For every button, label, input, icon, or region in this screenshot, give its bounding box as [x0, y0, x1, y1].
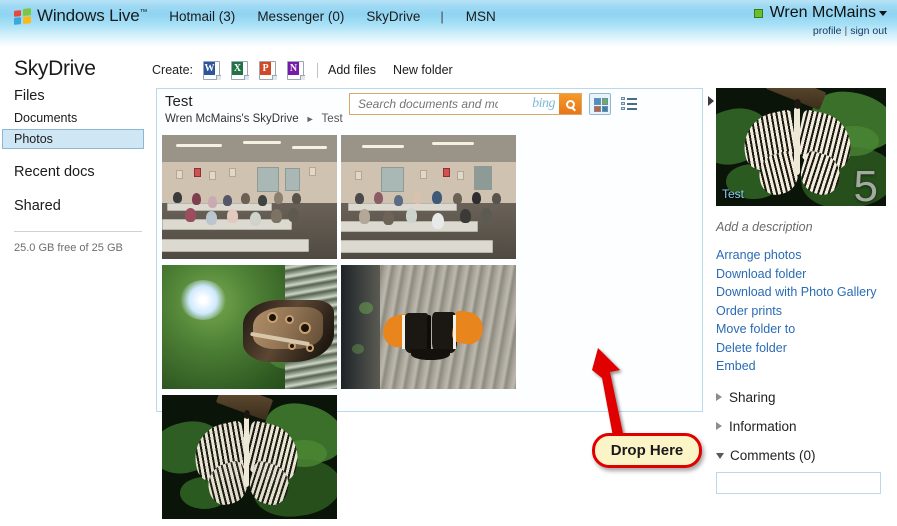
bing-logo-icon: bing — [532, 96, 555, 111]
add-files-link[interactable]: Add files — [328, 63, 376, 77]
section-information[interactable]: Information — [716, 419, 891, 434]
photo-thumbnail-butterfly-orange[interactable] — [341, 265, 516, 389]
photo-thumbnail-classroom-1[interactable] — [162, 135, 337, 259]
collapse-panel-arrow-icon[interactable] — [708, 96, 714, 106]
search-area: bing — [349, 93, 640, 115]
link-download-with-photo-gallery[interactable]: Download with Photo Gallery — [716, 283, 891, 302]
folder-item-count: 5 — [853, 162, 878, 206]
breadcrumb-current: Test — [321, 113, 343, 125]
word-letter: W — [204, 61, 215, 75]
drop-here-callout: Drop Here — [592, 433, 702, 468]
chevron-down-icon[interactable] — [879, 10, 887, 16]
brand-text: Windows Live — [37, 6, 140, 25]
page-title: Test — [165, 93, 193, 110]
link-delete-folder[interactable]: Delete folder — [716, 339, 891, 358]
new-folder-link[interactable]: New folder — [393, 63, 453, 77]
folder-action-links: Arrange photos Download folder Download … — [716, 246, 891, 376]
search-box[interactable]: bing — [349, 93, 582, 115]
right-details-panel: Test 5 Add a description Arrange photos … — [716, 88, 891, 526]
sidebar-item-documents[interactable]: Documents — [0, 109, 152, 127]
note-letter: N — [288, 61, 299, 75]
sidebar-item-files[interactable]: Files — [0, 85, 152, 107]
photo-thumbnail-butterfly-owl[interactable] — [162, 265, 337, 389]
nav-separator: | — [440, 8, 444, 24]
profile-link[interactable]: profile — [813, 25, 842, 37]
brand-title: Windows Live™ — [37, 6, 147, 26]
brand-trademark: ™ — [139, 7, 148, 17]
folder-thumbnail-label: Test — [722, 187, 745, 201]
comment-input[interactable] — [716, 471, 881, 494]
link-download-folder[interactable]: Download folder — [716, 265, 891, 284]
nav-messenger[interactable]: Messenger (0) — [257, 9, 344, 24]
nav-hotmail[interactable]: Hotmail (3) — [169, 9, 235, 24]
windows-live-header: Windows Live™ Hotmail (3) Messenger (0) … — [0, 0, 897, 47]
details-view-button[interactable] — [618, 93, 640, 115]
section-information-label: Information — [729, 418, 797, 434]
header-navigation: Windows Live™ Hotmail (3) Messenger (0) … — [14, 4, 496, 28]
search-input[interactable] — [350, 95, 500, 113]
user-menu[interactable]: Wren McMains — [753, 4, 887, 22]
chevron-right-icon — [716, 422, 722, 430]
section-comments-label: Comments (0) — [730, 447, 816, 463]
sidebar-item-shared[interactable]: Shared — [0, 195, 152, 217]
photo-thumbnail-butterfly-paperkite[interactable] — [162, 395, 337, 519]
ppt-letter: P — [260, 61, 271, 75]
sign-out-link[interactable]: sign out — [850, 25, 887, 37]
sidebar-item-recent-docs[interactable]: Recent docs — [0, 161, 152, 183]
link-move-folder-to[interactable]: Move folder to — [716, 320, 891, 339]
grid-view-icon — [594, 98, 608, 112]
header-user-area: Wren McMains profile | sign out — [753, 4, 887, 37]
toolbar-divider — [317, 62, 318, 78]
user-name: Wren McMains — [769, 4, 876, 21]
list-view-icon — [621, 97, 637, 111]
section-sharing-label: Sharing — [729, 389, 776, 405]
thumbnail-view-button[interactable] — [589, 93, 611, 115]
windows-live-logo-icon — [14, 7, 31, 25]
create-onenote-notebook-icon[interactable]: N — [287, 60, 305, 80]
drop-here-label: Drop Here — [610, 442, 684, 459]
sidebar-title: SkyDrive — [14, 57, 96, 80]
storage-quota-text: 25.0 GB free of 25 GB — [14, 242, 123, 254]
search-icon — [565, 99, 575, 109]
chevron-right-icon — [716, 393, 722, 401]
add-description-field[interactable]: Add a description — [716, 220, 891, 234]
create-excel-workbook-icon[interactable]: X — [231, 60, 249, 80]
link-order-prints[interactable]: Order prints — [716, 302, 891, 321]
presence-status-icon — [753, 8, 763, 18]
chevron-down-icon — [716, 453, 724, 459]
breadcrumb-root[interactable]: Wren McMains's SkyDrive — [165, 113, 299, 125]
breadcrumb-arrow-icon: ► — [305, 114, 315, 124]
create-label: Create: — [152, 63, 193, 77]
user-link-separator: | — [844, 25, 848, 37]
search-button[interactable] — [559, 94, 581, 114]
section-comments[interactable]: Comments (0) — [716, 448, 891, 463]
section-sharing[interactable]: Sharing — [716, 390, 891, 405]
skydrive-photos-page: Windows Live™ Hotmail (3) Messenger (0) … — [0, 0, 897, 526]
sidebar-item-photos[interactable]: Photos — [2, 129, 144, 149]
create-toolbar: Create: W X P N Add files New folder — [152, 58, 470, 82]
excel-letter: X — [232, 61, 243, 75]
link-embed[interactable]: Embed — [716, 357, 891, 376]
breadcrumb: Wren McMains's SkyDrive ► Test — [165, 113, 343, 125]
create-word-document-icon[interactable]: W — [203, 60, 221, 80]
link-arrange-photos[interactable]: Arrange photos — [716, 246, 891, 265]
folder-cover-thumbnail[interactable]: Test 5 — [716, 88, 886, 206]
nav-msn[interactable]: MSN — [466, 9, 496, 24]
photo-thumbnail-classroom-2[interactable] — [341, 135, 516, 259]
panel-header: Test Wren McMains's SkyDrive ► Test bing — [157, 89, 702, 133]
left-sidebar: SkyDrive Files Documents Photos Recent d… — [0, 47, 152, 526]
user-links: profile | sign out — [754, 25, 887, 37]
nav-skydrive[interactable]: SkyDrive — [366, 9, 420, 24]
create-powerpoint-presentation-icon[interactable]: P — [259, 60, 277, 80]
